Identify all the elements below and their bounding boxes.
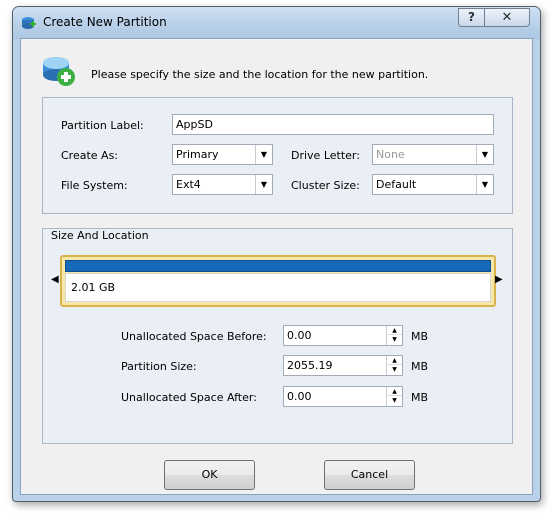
stepper-buttons: ▲ ▼ [386,387,402,406]
unalloc-after-label: Unallocated Space After: [121,391,257,404]
chevron-down-icon[interactable]: ▼ [476,175,493,194]
partition-size-readout: 2.01 GB [71,281,116,294]
unalloc-before-stepper[interactable]: 0.00 ▲ ▼ [283,325,403,346]
create-as-label: Create As: [61,149,119,162]
right-resize-handle-icon[interactable]: ▶ [495,274,503,285]
partition-settings-group: Partition Label: AppSD Create As: Primar… [42,97,513,214]
unalloc-before-unit: MB [411,330,429,343]
drive-letter-select[interactable]: None ▼ [372,144,494,165]
chevron-down-icon[interactable]: ▼ [476,145,493,164]
close-button[interactable]: ✕ [484,8,530,27]
cancel-button[interactable]: Cancel [324,460,415,490]
cluster-size-select[interactable]: Default ▼ [372,174,494,195]
unalloc-after-unit: MB [411,391,429,404]
arrow-up-icon[interactable]: ▲ [387,387,402,396]
window-title: Create New Partition [43,15,167,29]
create-partition-dialog: Create New Partition ? ✕ Please specify … [12,6,541,502]
create-as-value: Primary [176,148,219,161]
drive-letter-label: Drive Letter: [291,149,360,162]
partition-used-fill [65,260,491,272]
unalloc-after-stepper[interactable]: 0.00 ▲ ▼ [283,386,403,407]
unalloc-before-value[interactable]: 0.00 [287,326,312,345]
partition-label-label: Partition Label: [61,119,144,132]
size-location-group: Size And Location ◀ 2.01 GB ▶ Unallocate… [42,228,513,444]
file-system-select[interactable]: Ext4 ▼ [172,174,273,195]
stepper-buttons: ▲ ▼ [386,356,402,375]
partition-size-unit: MB [411,360,429,373]
arrow-up-icon[interactable]: ▲ [387,326,402,335]
partition-size-value[interactable]: 2055.19 [287,356,333,375]
new-partition-icon [43,57,75,86]
left-resize-handle-icon[interactable]: ◀ [51,274,59,285]
arrow-down-icon[interactable]: ▼ [387,396,402,405]
ok-button[interactable]: OK [164,460,255,490]
dialog-body: Please specify the size and the location… [20,38,533,495]
chevron-down-icon[interactable]: ▼ [255,145,272,164]
unalloc-before-label: Unallocated Space Before: [121,330,267,343]
file-system-label: File System: [61,179,128,192]
instruction-text: Please specify the size and the location… [91,68,429,81]
arrow-down-icon[interactable]: ▼ [387,335,402,344]
cluster-size-value: Default [376,178,417,191]
partition-size-bar[interactable]: 2.01 GB [60,255,496,307]
stepper-buttons: ▲ ▼ [386,326,402,345]
help-button[interactable]: ? [458,8,485,27]
cluster-size-label: Cluster Size: [291,179,360,192]
arrow-up-icon[interactable]: ▲ [387,356,402,365]
size-location-title: Size And Location [51,229,149,242]
partition-size-stepper[interactable]: 2055.19 ▲ ▼ [283,355,403,376]
partition-add-icon [22,17,36,29]
title-bar[interactable]: Create New Partition ? ✕ [13,7,540,39]
unalloc-after-value[interactable]: 0.00 [287,387,312,406]
file-system-value: Ext4 [176,178,201,191]
partition-label-input[interactable]: AppSD [172,114,494,135]
chevron-down-icon[interactable]: ▼ [255,175,272,194]
partition-size-label: Partition Size: [121,360,197,373]
create-as-select[interactable]: Primary ▼ [172,144,273,165]
partition-bar-body: 2.01 GB [65,273,491,302]
drive-letter-value: None [376,148,405,161]
arrow-down-icon[interactable]: ▼ [387,365,402,374]
